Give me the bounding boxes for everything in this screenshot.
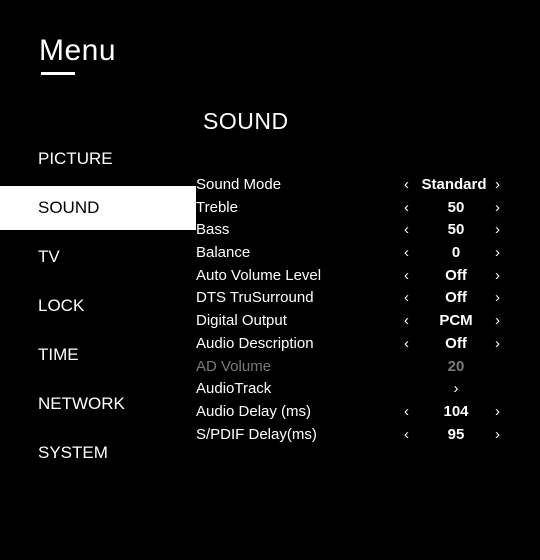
setting-label: Sound Mode — [196, 176, 282, 193]
setting-label: Audio Description — [196, 334, 314, 352]
menu-title-underline — [41, 72, 75, 75]
sidebar-item-sound[interactable]: SOUND — [0, 186, 196, 230]
sidebar-item-lock[interactable]: LOCK — [0, 284, 196, 328]
setting-value: Standard — [421, 176, 487, 193]
chevron-right-icon[interactable]: › — [495, 265, 500, 288]
chevron-right-icon[interactable]: › — [414, 378, 498, 401]
setting-value: 104 — [443, 402, 469, 420]
setting-treble[interactable]: Treble ‹ 50 › — [196, 197, 516, 220]
menu-title: Menu — [39, 34, 117, 67]
chevron-right-icon[interactable]: › — [495, 242, 500, 265]
setting-value: Off — [445, 266, 467, 284]
sidebar-item-network[interactable]: NETWORK — [0, 382, 196, 426]
setting-spdif-delay[interactable]: S/PDIF Delay(ms) ‹ 95 › — [196, 424, 516, 447]
sound-settings-list: Sound Mode ‹ Standard › Treble ‹ 50 › Ba… — [196, 174, 516, 446]
setting-label: Digital Output — [196, 312, 287, 330]
chevron-left-icon[interactable]: ‹ — [404, 287, 409, 310]
chevron-left-icon[interactable]: ‹ — [404, 174, 409, 197]
chevron-right-icon[interactable]: › — [495, 310, 500, 333]
setting-audio-delay[interactable]: Audio Delay (ms) ‹ 104 › — [196, 401, 516, 424]
setting-audio-track[interactable]: AudioTrack › — [196, 378, 516, 401]
sidebar-item-system[interactable]: SYSTEM — [0, 431, 196, 475]
chevron-right-icon[interactable]: › — [495, 424, 500, 447]
setting-dts-trusurround[interactable]: DTS TruSurround ‹ Off › — [196, 287, 516, 310]
setting-digital-output[interactable]: Digital Output ‹ PCM › — [196, 310, 516, 333]
setting-bass[interactable]: Bass ‹ 50 › — [196, 219, 516, 242]
chevron-left-icon[interactable]: ‹ — [404, 401, 409, 424]
chevron-left-icon[interactable]: ‹ — [404, 242, 409, 265]
setting-ad-volume: AD Volume 20 — [196, 356, 516, 379]
setting-audio-description[interactable]: Audio Description ‹ Off › — [196, 333, 516, 356]
setting-value: 50 — [447, 198, 465, 216]
setting-balance[interactable]: Balance ‹ 0 › — [196, 242, 516, 265]
setting-label: Auto Volume Level — [196, 266, 322, 284]
chevron-right-icon[interactable]: › — [495, 401, 500, 424]
sidebar-item-tv[interactable]: TV — [0, 235, 196, 279]
chevron-right-icon[interactable]: › — [495, 197, 500, 220]
sidebar-item-picture[interactable]: PICTURE — [0, 137, 196, 181]
setting-label: DTS TruSurround — [196, 289, 314, 307]
setting-value: Off — [445, 334, 467, 352]
setting-sound-mode[interactable]: Sound Mode ‹ Standard › — [196, 174, 516, 197]
setting-value: 0 — [451, 244, 461, 262]
setting-value: Off — [445, 289, 467, 307]
sidebar-item-time[interactable]: TIME — [0, 333, 196, 377]
setting-value: 50 — [447, 221, 465, 239]
setting-label: AD Volume — [196, 357, 272, 375]
chevron-right-icon[interactable]: › — [495, 287, 500, 310]
chevron-left-icon[interactable]: ‹ — [404, 333, 409, 356]
chevron-left-icon[interactable]: ‹ — [404, 265, 409, 288]
chevron-left-icon[interactable]: ‹ — [404, 219, 409, 242]
setting-label: Audio Delay (ms) — [196, 402, 312, 420]
section-title: SOUND — [203, 108, 289, 134]
chevron-right-icon[interactable]: › — [495, 219, 500, 242]
setting-value: PCM — [439, 312, 473, 330]
setting-value: 95 — [447, 425, 465, 443]
setting-label: AudioTrack — [196, 380, 272, 398]
chevron-right-icon[interactable]: › — [495, 174, 500, 197]
chevron-left-icon[interactable]: ‹ — [404, 310, 409, 333]
setting-label: Treble — [196, 198, 238, 216]
setting-label: Balance — [196, 244, 251, 262]
setting-label: Bass — [196, 221, 230, 239]
chevron-left-icon[interactable]: ‹ — [404, 424, 409, 447]
chevron-left-icon[interactable]: ‹ — [404, 197, 409, 220]
setting-label: S/PDIF Delay(ms) — [196, 425, 317, 443]
setting-value: 20 — [447, 357, 465, 375]
setting-auto-volume-level[interactable]: Auto Volume Level ‹ Off › — [196, 265, 516, 288]
chevron-right-icon[interactable]: › — [495, 333, 500, 356]
